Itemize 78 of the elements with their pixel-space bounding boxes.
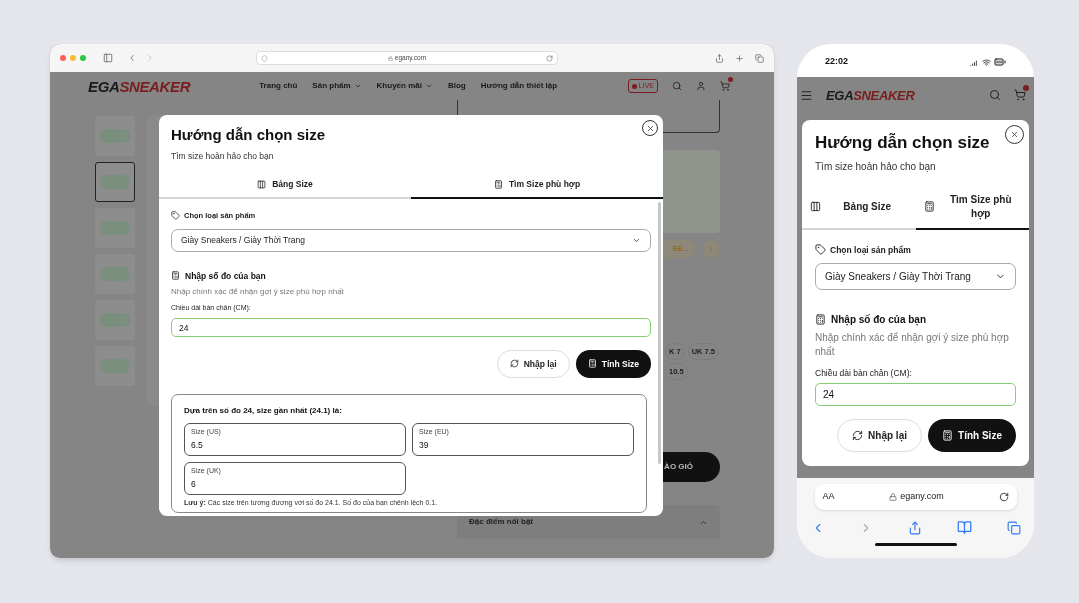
chevron-down-icon xyxy=(424,82,433,90)
signal-icon xyxy=(970,57,979,67)
zoom-window-icon[interactable] xyxy=(80,55,86,61)
foot-length-input[interactable]: 24 xyxy=(171,318,651,338)
foot-length-input[interactable]: 24 xyxy=(815,383,1016,406)
tabs-icon[interactable] xyxy=(755,53,764,63)
calculate-button[interactable]: Tính Size xyxy=(575,349,651,378)
tab[interactable]: Bảng Size xyxy=(159,172,411,200)
product-type-select[interactable]: Giày Sneakers / Giày Thời Trang xyxy=(815,263,1016,291)
bookmarks-icon[interactable] xyxy=(956,520,972,535)
section-heading: Nhập số đo của bạn xyxy=(185,269,266,283)
calculator-icon xyxy=(587,359,597,369)
refresh-icon xyxy=(509,359,519,369)
tag-icon xyxy=(171,211,180,221)
menu-icon[interactable] xyxy=(800,88,813,102)
tab[interactable]: Bảng Size xyxy=(802,185,916,230)
tab[interactable]: Tìm Size phù hợp xyxy=(915,185,1029,230)
field-label: Chọn loại sản phẩm xyxy=(830,243,911,257)
close-icon xyxy=(1010,130,1019,139)
calculator-icon xyxy=(942,430,954,441)
calculator-icon xyxy=(493,180,503,190)
nav-link[interactable]: Khuyến mãi xyxy=(376,80,433,92)
columns-icon xyxy=(810,201,822,212)
share-icon[interactable] xyxy=(908,520,922,535)
product-thumbnail[interactable] xyxy=(95,162,135,202)
logo[interactable]: EGASNEAKER xyxy=(88,78,191,94)
nav-link[interactable]: Hướng dẫn thiết lập xyxy=(480,80,558,92)
modal-title: Hướng dẫn chọn size xyxy=(171,125,326,145)
scrollbar[interactable] xyxy=(658,202,661,465)
tab[interactable]: Tìm Size phù hợp xyxy=(411,172,663,200)
section-hint: Nhập chính xác để nhận gợi ý size phù hợp nhất xyxy=(815,331,1010,360)
calculate-button[interactable]: Tính Size xyxy=(928,419,1016,452)
wifi-icon xyxy=(982,57,991,67)
reset-button[interactable]: Nhập lại xyxy=(496,349,570,378)
nav-link[interactable]: Blog xyxy=(447,80,466,92)
url-text: egany.com xyxy=(900,490,944,504)
reset-button[interactable]: Nhập lại xyxy=(837,419,922,452)
nav-link[interactable]: Sản phẩm xyxy=(312,80,362,92)
lock-icon xyxy=(387,55,393,61)
calculator-icon xyxy=(923,201,935,212)
cart-badge xyxy=(728,77,733,82)
user-icon[interactable] xyxy=(696,81,706,91)
address-bar[interactable]: AA egany.com xyxy=(814,484,1017,510)
sidebar-icon[interactable] xyxy=(103,53,113,63)
logo[interactable]: EGASNEAKER xyxy=(826,88,915,102)
search-icon[interactable] xyxy=(672,81,682,91)
field-label: Chiều dài bàn chân (CM): xyxy=(815,367,913,380)
calculator-icon xyxy=(815,314,826,326)
shield-icon xyxy=(261,54,268,62)
search-icon[interactable] xyxy=(989,89,1001,101)
chevron-down-icon xyxy=(353,82,362,90)
modal-subtitle: Tìm size hoàn hảo cho bạn xyxy=(815,159,937,174)
share-icon[interactable] xyxy=(715,53,724,63)
product-type-select[interactable]: Giày Sneakers / Giày Thời Trang xyxy=(171,228,651,252)
lock-icon xyxy=(889,493,898,501)
back-icon[interactable] xyxy=(127,53,137,63)
calculator-icon xyxy=(171,271,180,281)
modal-subtitle: Tìm size hoàn hảo cho bạn xyxy=(171,149,275,163)
tabs-icon[interactable] xyxy=(1006,520,1021,535)
section-heading: Nhập số đo của bạn xyxy=(831,313,926,328)
close-icon xyxy=(645,123,655,133)
close-window-icon[interactable] xyxy=(60,55,66,61)
refresh-icon xyxy=(852,430,864,441)
battery-icon xyxy=(994,56,1006,68)
new-tab-icon[interactable] xyxy=(735,53,744,63)
status-time: 22:02 xyxy=(825,55,849,69)
tag-icon xyxy=(815,244,826,256)
result-heading: Dựa trên số đo 24, size gần nhất (24.1) là: xyxy=(184,404,343,417)
section-hint: Nhập chính xác để nhận gợi ý size phù hợp nhất xyxy=(171,286,345,298)
cart-badge xyxy=(1023,85,1029,91)
modal-title: Hướng dẫn chọn size xyxy=(815,132,990,154)
text-size-button[interactable]: AA xyxy=(822,490,835,504)
nav-link[interactable]: Trang chủ xyxy=(259,80,298,92)
columns-icon xyxy=(257,180,267,190)
cart-icon[interactable] xyxy=(1014,89,1026,101)
chevron-right-icon xyxy=(707,245,715,253)
reload-icon[interactable] xyxy=(998,492,1009,502)
cart-icon[interactable] xyxy=(720,81,730,91)
